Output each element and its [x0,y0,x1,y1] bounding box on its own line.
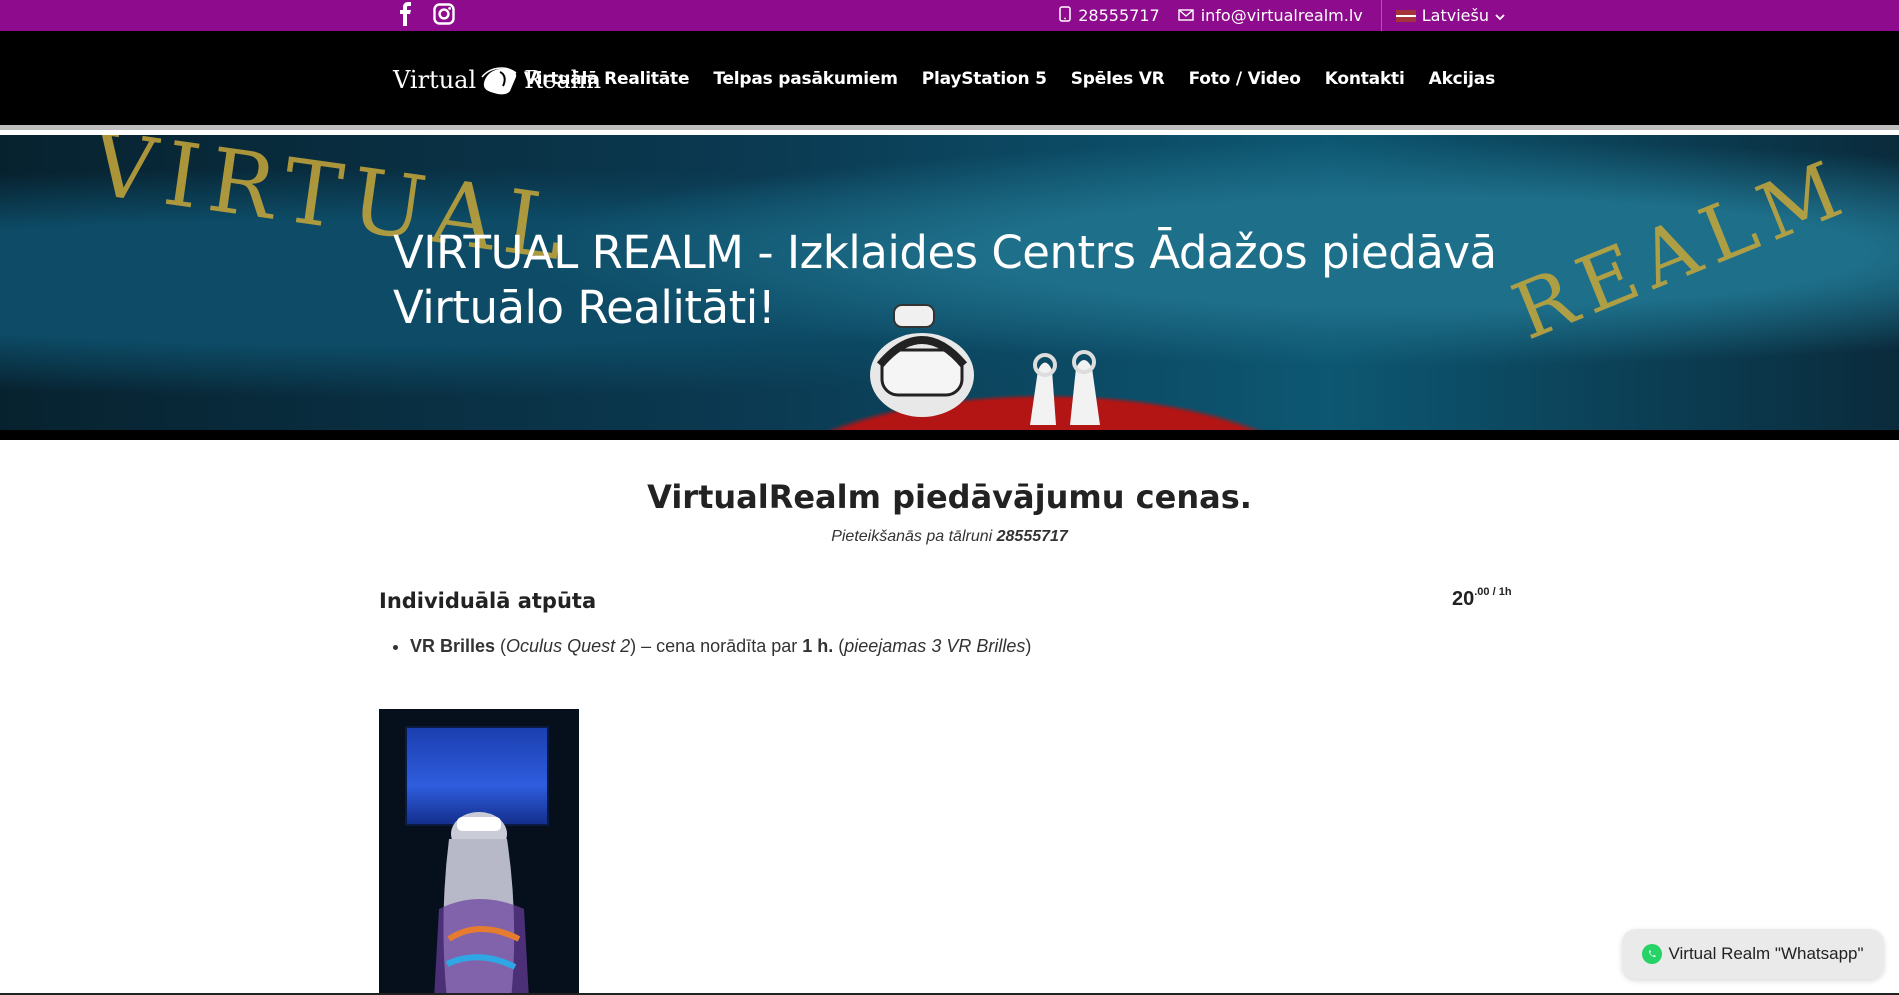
hero-graffiti-right: REALM [1501,142,1863,358]
item-description: – cena norādīta par [641,636,798,656]
item-availability: pieejamas 3 VR Brilles [844,636,1026,656]
item-device: Oculus Quest 2 [506,636,631,656]
nav-item-event-rooms[interactable]: Telpas pasākumiem [713,69,898,89]
whatsapp-button[interactable]: Virtual Realm "Whatsapp" [1622,929,1884,979]
list-item: VR Brilles (Oculus Quest 2) – cena norād… [410,636,1031,657]
hero-title: VIRTUAL REALM - Izklaides Centrs Ādažos … [393,226,1497,334]
language-label[interactable]: Latviešu [1422,6,1489,25]
nav-item-playstation[interactable]: PlayStation 5 [922,69,1047,89]
offer-details: VR Brilles (Oculus Quest 2) – cena norād… [392,636,1031,657]
facebook-icon[interactable] [394,2,418,26]
vr-controllers-image [1030,350,1100,425]
phone-link[interactable]: 28555717 [1059,5,1160,26]
nav-item-contacts[interactable]: Kontakti [1325,69,1405,89]
email-link[interactable]: info@virtualrealm.lv [1177,6,1363,25]
email-address[interactable]: info@virtualrealm.lv [1201,6,1363,25]
nav-item-virtual-reality[interactable]: Virtuālā Realitāte [524,69,690,89]
item-duration: 1 h. [802,636,834,656]
instagram-icon[interactable] [432,2,456,26]
chevron-down-icon[interactable] [1495,6,1505,25]
whatsapp-icon [1642,944,1663,964]
vr-headset-logo-icon [480,63,520,97]
item-product: VR Brilles [410,636,496,656]
logo-text-left: Virtual [393,66,477,94]
pricing-section-title: VirtualRealm piedāvājumu cenas. [647,478,1252,516]
player-figure [434,812,529,995]
booking-note-text: Pieteikšanās pa tālruni [831,528,993,545]
offer-price: 20.00 / 1h [1452,586,1512,611]
top-bar: 28555717 info@virtualrealm.lv Latviešu [0,0,1899,31]
nav-item-promotions[interactable]: Akcijas [1429,69,1496,89]
price-suffix: .00 / 1h [1474,586,1512,598]
whatsapp-label[interactable]: Virtual Realm "Whatsapp" [1668,944,1863,964]
phone-number[interactable]: 28555717 [1078,6,1159,25]
main-navbar: Virtual Realm Virtuālā Realitāte Telpas … [0,31,1899,130]
nav-item-vr-games[interactable]: Spēles VR [1071,69,1165,89]
language-selector[interactable]: Latviešu [1380,0,1505,31]
hero-divider [0,430,1899,440]
phone-icon [1059,5,1071,26]
hero-banner: VIRTUAL REALM VIRTUAL REALM - Izklaides … [0,135,1899,430]
primary-menu: Virtuālā Realitāte Telpas pasākumiem Pla… [524,69,1495,89]
booking-phone: 28555717 [996,528,1068,545]
latvia-flag-icon [1395,9,1416,22]
booking-note: Pieteikšanās pa tālruni 28555717 [0,528,1899,546]
contact-info: 28555717 info@virtualrealm.lv Latviešu [1059,0,1505,31]
nav-item-photo-video[interactable]: Foto / Video [1189,69,1301,89]
vr-player-photo [379,709,579,995]
social-links [394,2,456,26]
offer-title: Individuālā atpūta [379,589,597,613]
envelope-icon [1177,6,1194,25]
price-amount: 20 [1452,588,1475,610]
